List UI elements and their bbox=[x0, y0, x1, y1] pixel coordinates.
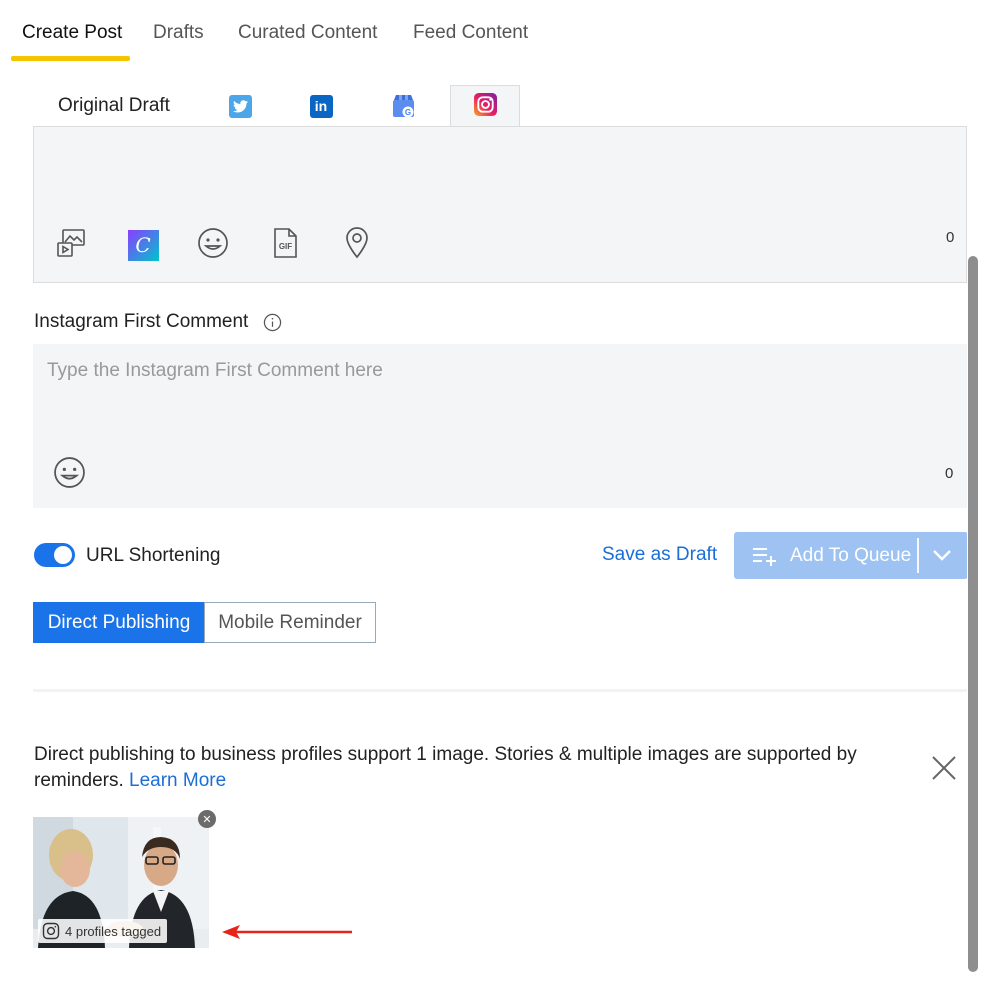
canva-button[interactable]: C bbox=[126, 228, 160, 262]
queue-button-divider bbox=[917, 538, 919, 573]
canva-icon: C bbox=[127, 229, 159, 261]
tab-curated-content[interactable]: Curated Content bbox=[238, 22, 377, 44]
remove-media-button[interactable]: ✕ bbox=[198, 810, 216, 828]
emoji-button[interactable] bbox=[196, 227, 230, 264]
url-shortening-label: URL Shortening bbox=[86, 545, 221, 566]
first-comment-label: Instagram First Comment bbox=[34, 311, 249, 332]
post-char-count: 0 bbox=[946, 229, 955, 246]
location-pin-icon bbox=[345, 226, 369, 264]
url-shortening-toggle[interactable] bbox=[34, 543, 75, 567]
tab-original-draft[interactable]: Original Draft bbox=[40, 85, 188, 127]
active-tab-indicator bbox=[11, 56, 130, 61]
direct-publishing-option[interactable]: Direct Publishing bbox=[33, 602, 205, 643]
add-to-queue-button[interactable]: Add To Queue bbox=[734, 532, 968, 579]
queue-add-icon bbox=[752, 545, 778, 567]
media-upload-icon bbox=[55, 227, 87, 264]
google-business-icon: G bbox=[391, 94, 416, 119]
gif-icon: GIF bbox=[271, 227, 299, 264]
emoji-icon bbox=[197, 227, 229, 264]
tab-twitter[interactable] bbox=[215, 85, 265, 127]
tab-google-business[interactable]: G bbox=[378, 85, 428, 127]
linkedin-icon: in bbox=[309, 94, 333, 118]
close-icon[interactable] bbox=[930, 754, 958, 782]
save-as-draft-link[interactable]: Save as Draft bbox=[602, 544, 717, 566]
scrollbar-thumb[interactable] bbox=[968, 256, 978, 972]
comment-char-count: 0 bbox=[945, 465, 954, 482]
svg-text:G: G bbox=[404, 108, 410, 117]
gif-button[interactable]: GIF bbox=[268, 227, 302, 264]
section-divider bbox=[33, 689, 967, 692]
tab-create-post[interactable]: Create Post bbox=[22, 22, 122, 44]
svg-text:GIF: GIF bbox=[279, 242, 292, 251]
tab-drafts[interactable]: Drafts bbox=[153, 22, 204, 44]
info-icon[interactable] bbox=[263, 313, 282, 337]
annotation-arrow bbox=[222, 922, 354, 942]
tagged-profiles-text: 4 profiles tagged bbox=[65, 923, 162, 939]
publishing-notice: Direct publishing to business profiles s… bbox=[34, 742, 914, 794]
tab-feed-content[interactable]: Feed Content bbox=[413, 22, 528, 44]
first-comment-placeholder: Type the Instagram First Comment here bbox=[47, 360, 383, 381]
post-editor[interactable] bbox=[33, 126, 967, 283]
tagged-profiles-badge[interactable]: 4 profiles tagged bbox=[38, 919, 168, 943]
instagram-outline-icon bbox=[42, 922, 60, 940]
chevron-down-icon[interactable] bbox=[931, 545, 953, 570]
media-upload-button[interactable] bbox=[54, 228, 88, 262]
tab-instagram[interactable] bbox=[450, 85, 520, 127]
instagram-icon bbox=[473, 92, 497, 121]
location-button[interactable] bbox=[340, 226, 374, 264]
top-tab-bar: Create Post Drafts Curated Content Feed … bbox=[0, 0, 1000, 62]
add-to-queue-label: Add To Queue bbox=[790, 544, 912, 566]
learn-more-link[interactable]: Learn More bbox=[129, 770, 226, 791]
mobile-reminder-option[interactable]: Mobile Reminder bbox=[204, 602, 376, 643]
tab-linkedin[interactable]: in bbox=[296, 85, 346, 127]
comment-emoji-icon[interactable] bbox=[53, 456, 86, 494]
twitter-icon bbox=[228, 94, 252, 118]
